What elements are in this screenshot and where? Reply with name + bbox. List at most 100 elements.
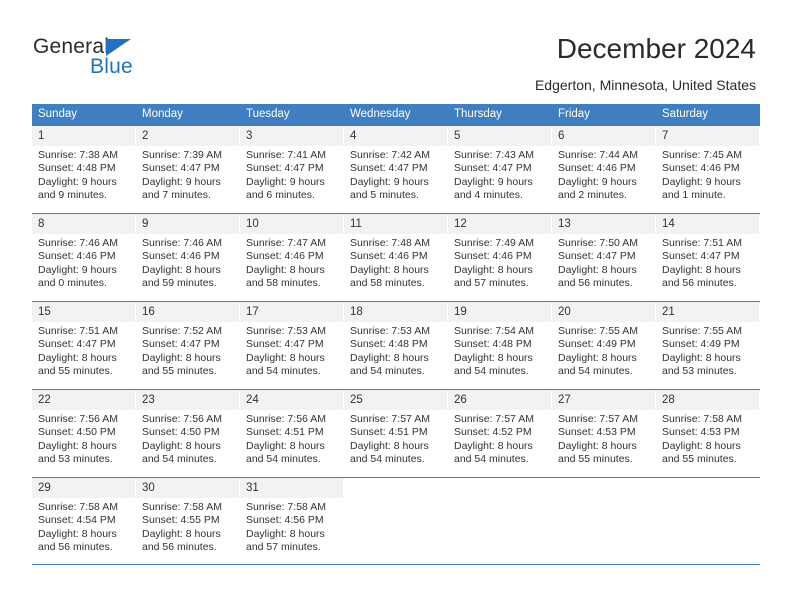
calendar-day-cell[interactable]: 20 Sunrise: 7:55 AM Sunset: 4:49 PM Dayl… [552,302,656,389]
day-number: 1 [38,130,45,142]
calendar-day-cell[interactable]: 21 Sunrise: 7:55 AM Sunset: 4:49 PM Dayl… [656,302,760,389]
calendar-day-cell[interactable]: 14 Sunrise: 7:51 AM Sunset: 4:47 PM Dayl… [656,214,760,301]
day-number-bar: 31 [240,478,343,498]
calendar-week-row: 15 Sunrise: 7:51 AM Sunset: 4:47 PM Dayl… [32,301,760,389]
calendar-day-cell[interactable]: 25 Sunrise: 7:57 AM Sunset: 4:51 PM Dayl… [344,390,448,477]
calendar-day-cell[interactable]: 2 Sunrise: 7:39 AM Sunset: 4:47 PM Dayli… [136,126,240,213]
calendar-day-cell[interactable]: 5 Sunrise: 7:43 AM Sunset: 4:47 PM Dayli… [448,126,552,213]
day-number: 4 [350,130,357,142]
daylight-text-line2: and 55 minutes. [662,453,737,466]
sunset-text: Sunset: 4:47 PM [142,338,220,351]
calendar-day-cell[interactable]: 23 Sunrise: 7:56 AM Sunset: 4:50 PM Dayl… [136,390,240,477]
weekday-header-tuesday: Tuesday [246,108,290,120]
sunset-text: Sunset: 4:51 PM [246,426,324,439]
day-number-bar: 15 [32,302,135,322]
sunrise-text: Sunrise: 7:52 AM [142,325,222,337]
day-number-bar: 19 [448,302,551,322]
calendar-day-cell[interactable]: 26 Sunrise: 7:57 AM Sunset: 4:52 PM Dayl… [448,390,552,477]
sunrise-text: Sunrise: 7:38 AM [38,149,118,161]
sunrise-text: Sunrise: 7:46 AM [38,237,118,249]
daylight-text-line1: Daylight: 8 hours [662,263,741,276]
sunrise-text: Sunrise: 7:42 AM [350,149,430,161]
day-info: Sunrise: 7:57 AM Sunset: 4:53 PM Dayligh… [552,410,655,467]
calendar-day-cell[interactable]: 22 Sunrise: 7:56 AM Sunset: 4:50 PM Dayl… [32,390,136,477]
calendar-day-cell[interactable]: 31 Sunrise: 7:58 AM Sunset: 4:56 PM Dayl… [240,478,344,564]
day-number-bar: 2 [136,126,239,146]
daylight-text-line2: and 7 minutes. [142,189,211,202]
daylight-text-line1: Daylight: 8 hours [142,351,221,364]
calendar-day-cell[interactable]: 1 Sunrise: 7:38 AM Sunset: 4:48 PM Dayli… [32,126,136,213]
sunset-text: Sunset: 4:49 PM [662,338,740,351]
day-number: 18 [350,306,363,318]
daylight-text-line2: and 4 minutes. [454,189,523,202]
calendar-day-cell[interactable]: 27 Sunrise: 7:57 AM Sunset: 4:53 PM Dayl… [552,390,656,477]
calendar-day-cell[interactable]: 13 Sunrise: 7:50 AM Sunset: 4:47 PM Dayl… [552,214,656,301]
calendar-day-cell[interactable]: 24 Sunrise: 7:56 AM Sunset: 4:51 PM Dayl… [240,390,344,477]
daylight-text-line1: Daylight: 9 hours [454,175,533,188]
calendar-day-cell[interactable]: 11 Sunrise: 7:48 AM Sunset: 4:46 PM Dayl… [344,214,448,301]
day-number: 6 [558,130,565,142]
day-number: 26 [454,394,467,406]
calendar-day-cell[interactable]: 8 Sunrise: 7:46 AM Sunset: 4:46 PM Dayli… [32,214,136,301]
day-number: 7 [662,130,669,142]
day-info: Sunrise: 7:48 AM Sunset: 4:46 PM Dayligh… [344,234,447,291]
blue-triangle-icon [106,39,131,56]
day-number: 15 [38,306,51,318]
daylight-text-line1: Daylight: 8 hours [454,351,533,364]
calendar-day-cell[interactable]: 16 Sunrise: 7:52 AM Sunset: 4:47 PM Dayl… [136,302,240,389]
calendar-day-cell-empty [344,478,448,564]
calendar-day-cell[interactable]: 12 Sunrise: 7:49 AM Sunset: 4:46 PM Dayl… [448,214,552,301]
daylight-text-line1: Daylight: 9 hours [350,175,429,188]
day-number: 8 [38,218,45,230]
daylight-text-line2: and 56 minutes. [38,541,113,554]
calendar-day-cell[interactable]: 9 Sunrise: 7:46 AM Sunset: 4:46 PM Dayli… [136,214,240,301]
calendar-day-cell[interactable]: 19 Sunrise: 7:54 AM Sunset: 4:48 PM Dayl… [448,302,552,389]
day-number-bar: 14 [656,214,759,234]
page-header: General Blue December 2024 Edgerton, Min… [0,0,792,96]
calendar-day-cell[interactable]: 3 Sunrise: 7:41 AM Sunset: 4:47 PM Dayli… [240,126,344,213]
calendar-day-cell[interactable]: 7 Sunrise: 7:45 AM Sunset: 4:46 PM Dayli… [656,126,760,213]
daylight-text-line1: Daylight: 9 hours [246,175,325,188]
day-number: 21 [662,306,675,318]
sunset-text: Sunset: 4:55 PM [142,514,220,527]
sunrise-text: Sunrise: 7:57 AM [350,413,430,425]
sunrise-text: Sunrise: 7:46 AM [142,237,222,249]
day-number: 20 [558,306,571,318]
daylight-text-line2: and 56 minutes. [142,541,217,554]
sunrise-text: Sunrise: 7:44 AM [558,149,638,161]
calendar-day-cell[interactable]: 4 Sunrise: 7:42 AM Sunset: 4:47 PM Dayli… [344,126,448,213]
day-number-bar: 23 [136,390,239,410]
day-number: 28 [662,394,675,406]
calendar-day-cell[interactable]: 15 Sunrise: 7:51 AM Sunset: 4:47 PM Dayl… [32,302,136,389]
calendar-day-cell[interactable]: 30 Sunrise: 7:58 AM Sunset: 4:55 PM Dayl… [136,478,240,564]
sunset-text: Sunset: 4:47 PM [38,338,116,351]
daylight-text-line2: and 55 minutes. [558,453,633,466]
sunrise-text: Sunrise: 7:58 AM [38,501,118,513]
day-number: 19 [454,306,467,318]
daylight-text-line1: Daylight: 8 hours [662,351,741,364]
day-info: Sunrise: 7:56 AM Sunset: 4:50 PM Dayligh… [136,410,239,467]
calendar-day-cell[interactable]: 6 Sunrise: 7:44 AM Sunset: 4:46 PM Dayli… [552,126,656,213]
day-number-bar: 26 [448,390,551,410]
calendar-day-cell[interactable]: 29 Sunrise: 7:58 AM Sunset: 4:54 PM Dayl… [32,478,136,564]
sunset-text: Sunset: 4:52 PM [454,426,532,439]
calendar-day-cell[interactable]: 10 Sunrise: 7:47 AM Sunset: 4:46 PM Dayl… [240,214,344,301]
calendar-day-cell[interactable]: 28 Sunrise: 7:58 AM Sunset: 4:53 PM Dayl… [656,390,760,477]
calendar-day-cell[interactable]: 17 Sunrise: 7:53 AM Sunset: 4:47 PM Dayl… [240,302,344,389]
daylight-text-line2: and 54 minutes. [558,365,633,378]
daylight-text-line1: Daylight: 9 hours [662,175,741,188]
day-number: 13 [558,218,571,230]
daylight-text-line1: Daylight: 8 hours [454,263,533,276]
daylight-text-line2: and 2 minutes. [558,189,627,202]
calendar-day-cell[interactable]: 18 Sunrise: 7:53 AM Sunset: 4:48 PM Dayl… [344,302,448,389]
sunset-text: Sunset: 4:47 PM [246,338,324,351]
sunrise-text: Sunrise: 7:51 AM [662,237,742,249]
general-blue-logo[interactable]: General Blue [33,36,153,82]
day-number: 11 [350,218,362,230]
daylight-text-line1: Daylight: 8 hours [558,351,637,364]
day-info: Sunrise: 7:49 AM Sunset: 4:46 PM Dayligh… [448,234,551,291]
day-number-bar [552,478,655,498]
day-number-bar: 1 [32,126,135,146]
sunrise-text: Sunrise: 7:49 AM [454,237,534,249]
sunset-text: Sunset: 4:53 PM [558,426,636,439]
